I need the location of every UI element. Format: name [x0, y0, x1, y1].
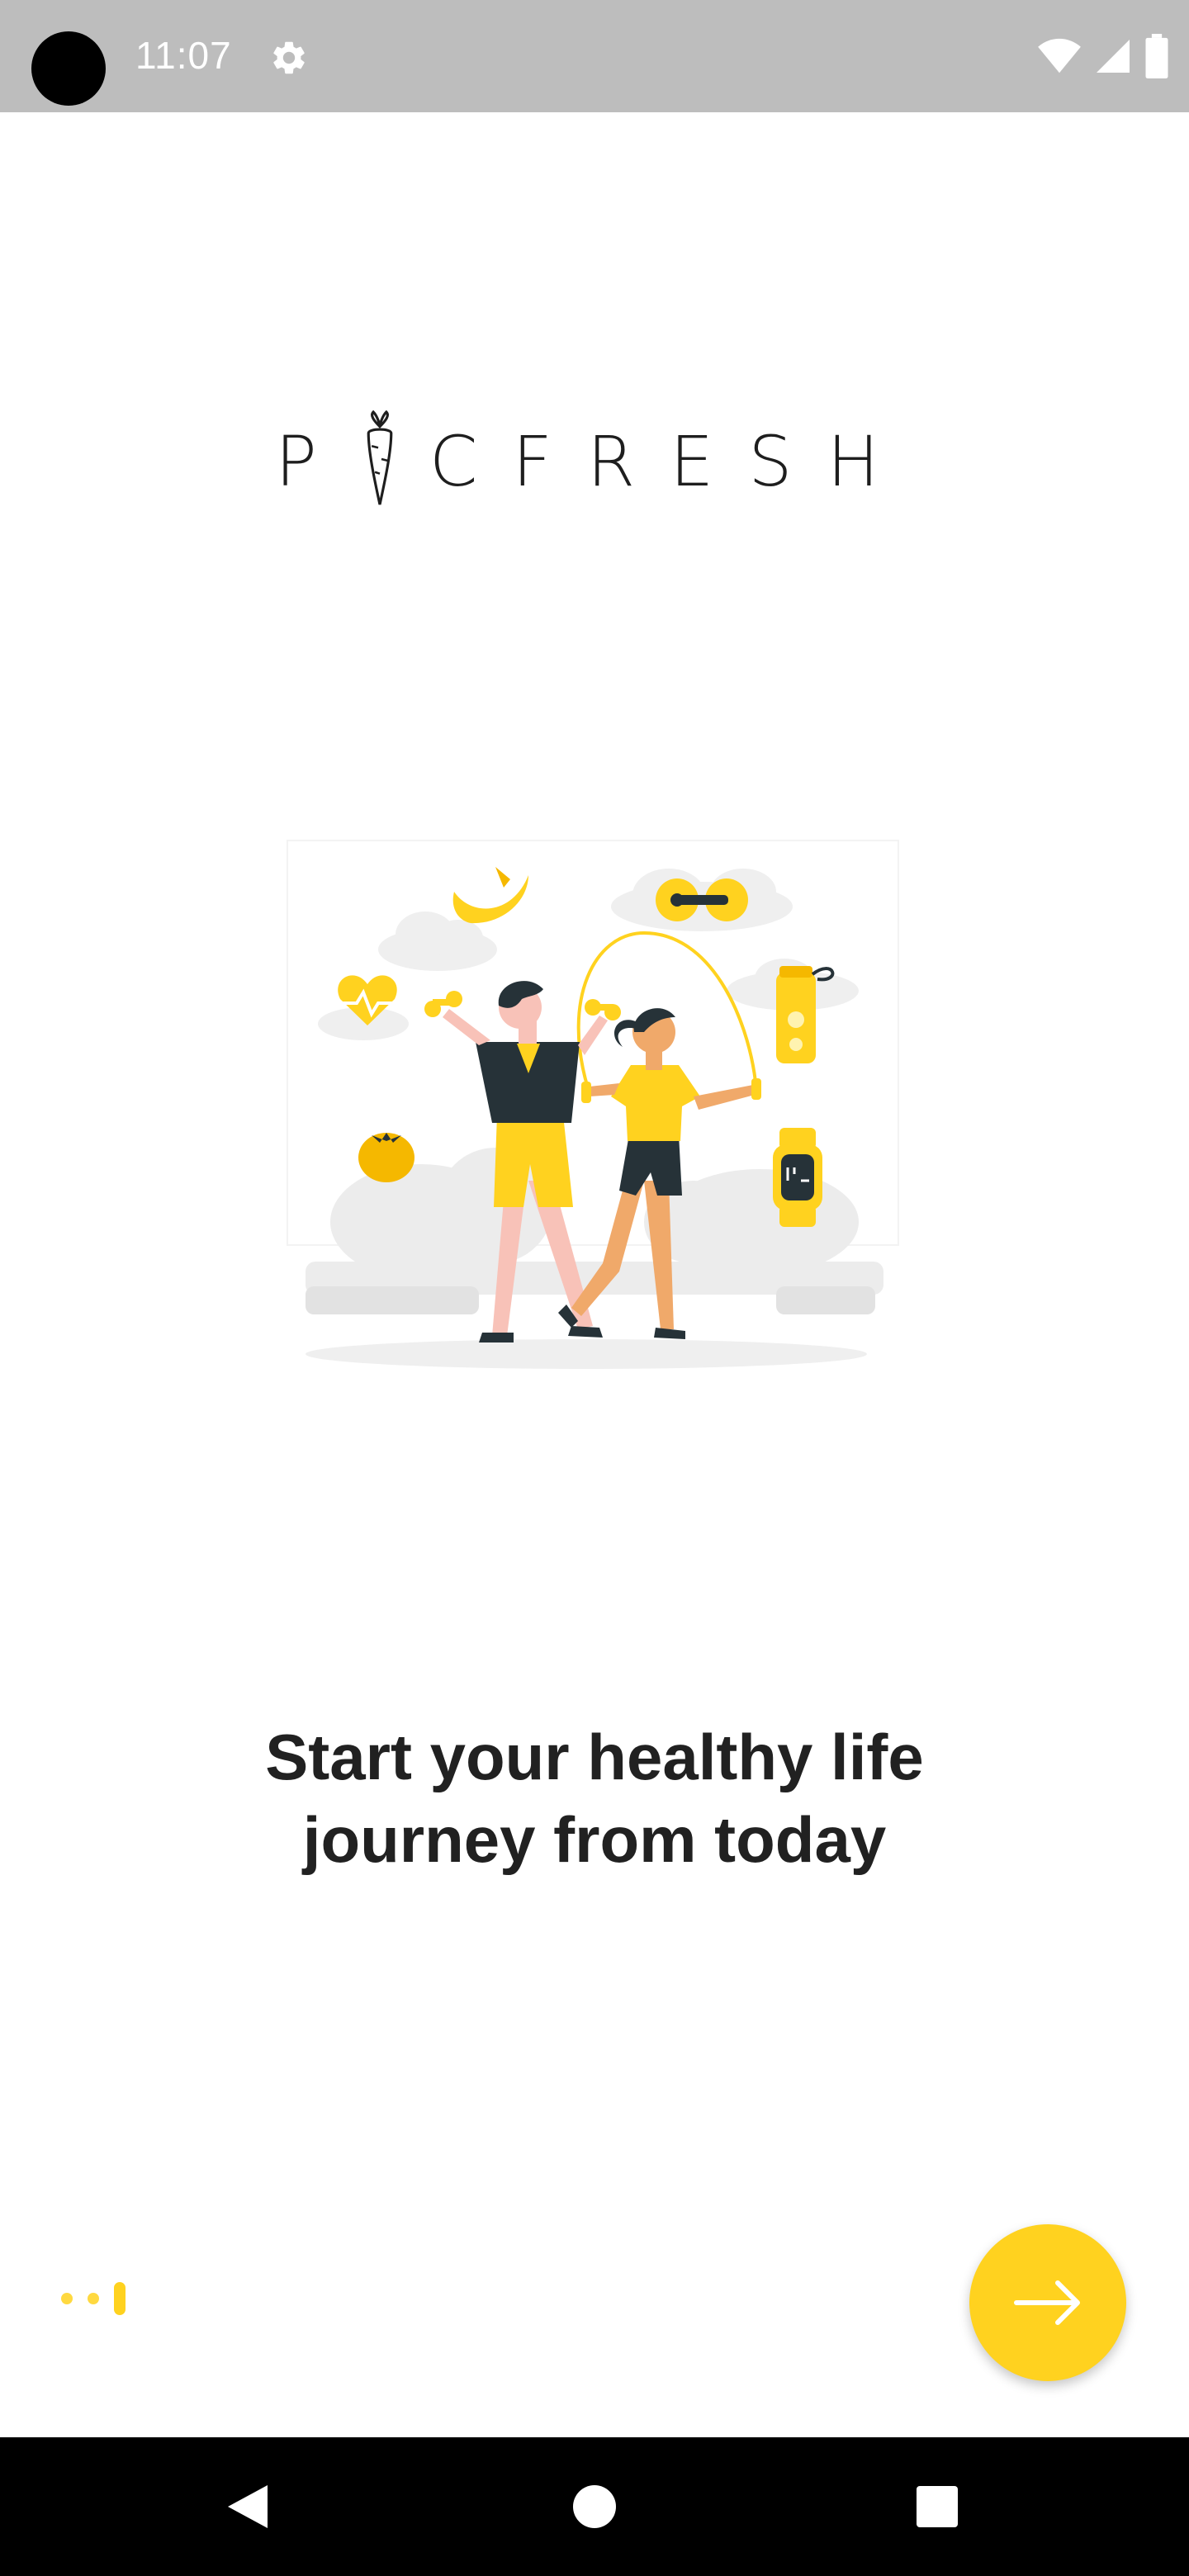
logo-text-end: CFRESH — [429, 421, 914, 502]
headline-line-1: Start your healthy life — [265, 1721, 924, 1793]
status-bar: 11:07 — [0, 0, 1189, 112]
camera-cutout — [31, 31, 106, 106]
app-logo: P CFRESH — [0, 408, 1189, 515]
cell-signal-icon — [1097, 40, 1130, 73]
nav-recents-button[interactable] — [871, 2437, 1003, 2576]
arrow-right-icon — [1014, 2280, 1080, 2325]
onboarding-headline: Start your healthy life journey from tod… — [99, 1716, 1090, 1881]
status-icons — [1037, 33, 1169, 79]
status-time: 11:07 — [135, 34, 232, 77]
next-button[interactable] — [969, 2224, 1126, 2381]
nav-back-button[interactable] — [182, 2437, 314, 2576]
wifi-icon — [1038, 38, 1081, 73]
headline-line-2: journey from today — [302, 1803, 887, 1876]
home-icon — [573, 2485, 616, 2528]
page-indicator — [61, 2282, 126, 2315]
back-icon — [228, 2485, 268, 2528]
page-dot-2 — [88, 2293, 99, 2304]
recents-icon — [917, 2486, 958, 2527]
system-navigation-bar — [0, 2437, 1189, 2576]
onboarding-screen: 11:07 P CFRESH Start your healthy life j… — [0, 0, 1189, 2576]
nav-home-button[interactable] — [528, 2437, 661, 2576]
settings-icon — [273, 41, 305, 74]
page-dot-1 — [61, 2293, 73, 2304]
battery-icon — [1145, 34, 1168, 78]
logo-text-start: P — [275, 421, 352, 502]
fitness-illustration — [287, 840, 899, 1369]
carrot-icon — [367, 410, 393, 505]
page-dot-3-active — [114, 2282, 126, 2315]
